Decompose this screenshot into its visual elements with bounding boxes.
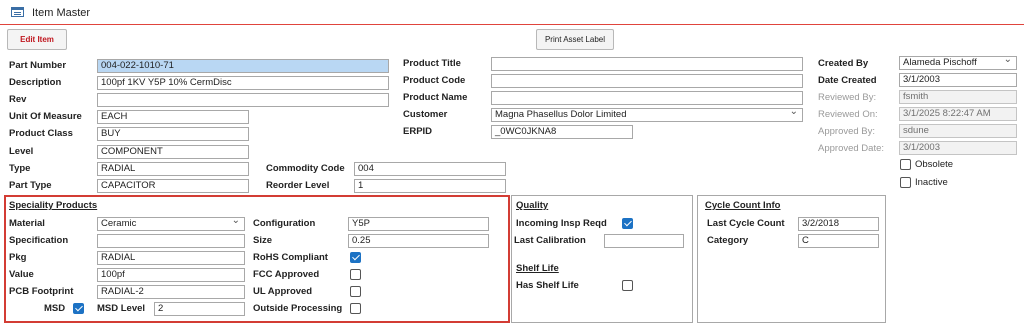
created-by-label: Created By [818,58,869,69]
material-dropdown[interactable]: Ceramic [97,217,245,231]
pkg-field[interactable]: RADIAL [97,251,245,265]
last-calibration-label: Last Calibration [514,235,586,246]
window-title-bar: Item Master [0,0,1024,25]
product-name-field[interactable] [491,91,803,105]
reviewed-on-field: 3/1/2025 8:22:47 AM [899,107,1017,121]
level-field[interactable]: COMPONENT [97,145,249,159]
msd-label: MSD [44,303,66,314]
reviewed-by-field: fsmith [899,90,1017,104]
value-field[interactable]: 100pf [97,268,245,282]
shelf-life-heading: Shelf Life [516,263,559,274]
value-label: Value [9,269,34,280]
created-by-dropdown[interactable]: Alameda Pischoff [899,56,1017,70]
erpid-field[interactable]: _0WC0JKNA8 [491,125,633,139]
msd-checkbox[interactable] [73,303,84,314]
configuration-label: Configuration [253,218,316,229]
customer-label: Customer [403,109,448,120]
last-cycle-count-field[interactable]: 3/2/2018 [798,217,879,231]
product-name-label: Product Name [403,92,468,103]
quality-group [511,195,693,323]
speciality-products-heading: Speciality Products [9,200,98,211]
reorder-level-label: Reorder Level [266,180,330,191]
commodity-code-label: Commodity Code [266,163,345,174]
form-icon [11,7,24,17]
print-asset-label-button[interactable]: Print Asset Label [536,29,614,50]
size-label: Size [253,235,273,246]
customer-dropdown[interactable]: Magna Phasellus Dolor Limited [491,108,803,122]
cycle-count-heading: Cycle Count Info [705,200,781,211]
cycle-count-group [697,195,886,323]
pcb-footprint-field[interactable]: RADIAL-2 [97,285,245,299]
specification-field[interactable] [97,234,245,248]
material-label: Material [9,218,45,229]
part-type-field[interactable]: CAPACITOR [97,179,249,193]
obsolete-checkbox[interactable] [900,159,911,170]
outside-processing-label: Outside Processing [253,303,343,314]
level-label: Level [9,146,34,157]
window-title: Item Master [32,7,91,19]
rohs-checkbox[interactable] [350,252,361,263]
product-class-label: Product Class [9,128,73,139]
pkg-label: Pkg [9,252,27,263]
ul-checkbox[interactable] [350,286,361,297]
approved-by-label: Approved By: [818,126,876,137]
incoming-insp-checkbox[interactable] [622,218,633,229]
part-type-label: Part Type [9,180,52,191]
date-created-field[interactable]: 3/1/2003 [899,73,1017,87]
category-label: Category [707,235,749,246]
commodity-code-field[interactable]: 004 [354,162,506,176]
uom-field[interactable]: EACH [97,110,249,124]
rohs-label: RoHS Compliant [253,252,328,263]
has-shelf-life-checkbox[interactable] [622,280,633,291]
product-class-field[interactable]: BUY [97,127,249,141]
incoming-insp-label: Incoming Insp Reqd [516,218,607,229]
has-shelf-life-label: Has Shelf Life [516,280,579,291]
approved-by-field: sdune [899,124,1017,138]
reviewed-on-label: Reviewed On: [818,109,878,120]
fcc-checkbox[interactable] [350,269,361,280]
fcc-label: FCC Approved [253,269,320,280]
product-code-field[interactable] [491,74,803,88]
product-title-label: Product Title [403,58,461,69]
part-number-field[interactable]: 004-022-1010-71 [97,59,389,73]
approved-date-field: 3/1/2003 [899,141,1017,155]
part-number-label: Part Number [9,60,67,71]
reorder-level-field[interactable]: 1 [354,179,506,193]
pcb-footprint-label: PCB Footprint [9,286,74,297]
approved-date-label: Approved Date: [818,143,885,154]
msd-level-label: MSD Level [97,303,146,314]
description-field[interactable]: 100pf 1KV Y5P 10% CermDisc [97,76,389,90]
erpid-label: ERPID [403,126,433,137]
type-label: Type [9,163,31,174]
msd-level-field[interactable]: 2 [154,302,245,316]
category-field[interactable]: C [798,234,879,248]
quality-heading: Quality [516,200,549,211]
inactive-label: Inactive [915,177,948,188]
last-calibration-field[interactable] [604,234,684,248]
last-cycle-count-label: Last Cycle Count [707,218,785,229]
rev-label: Rev [9,94,27,105]
date-created-label: Date Created [818,75,877,86]
description-label: Description [9,77,62,88]
edit-item-button[interactable]: Edit Item [7,29,67,50]
ul-label: UL Approved [253,286,313,297]
uom-label: Unit Of Measure [9,111,82,122]
size-field[interactable]: 0.25 [348,234,489,248]
outside-processing-checkbox[interactable] [350,303,361,314]
product-title-field[interactable] [491,57,803,71]
rev-field[interactable] [97,93,389,107]
type-field[interactable]: RADIAL [97,162,249,176]
configuration-field[interactable]: Y5P [348,217,489,231]
product-code-label: Product Code [403,75,466,86]
specification-label: Specification [9,235,69,246]
obsolete-label: Obsolete [915,159,954,170]
inactive-checkbox[interactable] [900,177,911,188]
reviewed-by-label: Reviewed By: [818,92,877,103]
